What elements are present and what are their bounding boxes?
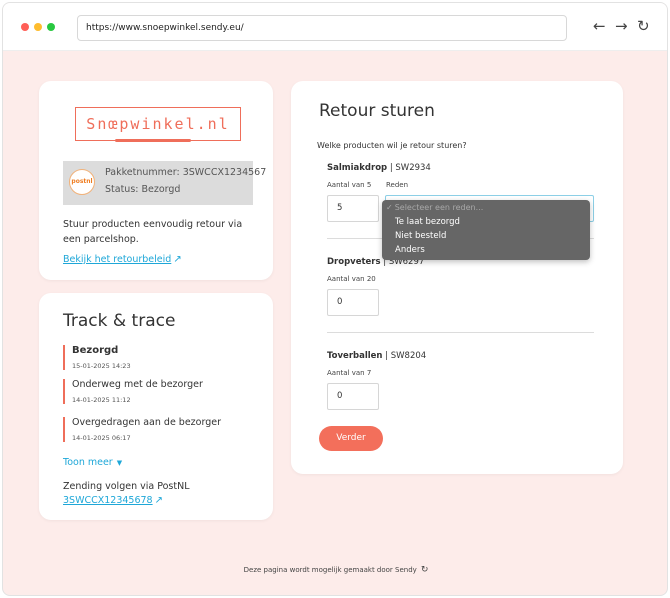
close-window-button[interactable] [21, 23, 29, 31]
browser-titlebar: https://www.snoepwinkel.sendy.eu/ ← → ↻ [3, 3, 667, 51]
postnl-tracking-link-label[interactable]: 3SWCCX12345678 [63, 495, 153, 506]
return-policy-link-label[interactable]: Bekijk het retourbeleid [63, 254, 171, 265]
track-event-date: 14-01-2025 11:12 [72, 396, 131, 404]
track-event: Overgedragen aan de bezorger 14-01-2025 … [63, 417, 221, 442]
logo-underline [115, 139, 191, 142]
track-event-status: Onderweg met de bezorger [72, 379, 203, 390]
back-arrow-icon[interactable]: ← [593, 17, 606, 35]
postnl-follow-label: Zending volgen via PostNL [63, 481, 190, 492]
reason-label: Reden [386, 181, 409, 189]
track-event-status: Overgedragen aan de bezorger [72, 417, 222, 428]
parcel-status: Status: Bezorgd [105, 184, 181, 195]
dropdown-placeholder-option[interactable]: ✓ Selecteer een reden... [386, 203, 483, 212]
reason-dropdown-menu: ✓ Selecteer een reden... Te laat bezorgd … [382, 200, 590, 260]
shop-logo: Snœpwinkel.nl [75, 107, 241, 141]
quantity-label: Aantal van 5 [327, 181, 372, 189]
next-button[interactable]: Verder [319, 426, 383, 451]
product-sku: | SW8204 [382, 351, 427, 361]
track-event-status: Bezorgd [72, 345, 119, 356]
show-more-label[interactable]: Toon meer [63, 457, 113, 468]
dropdown-placeholder-label: Selecteer een reden... [394, 203, 484, 212]
track-event-date: 14-01-2025 06:17 [72, 434, 131, 442]
sendy-logo-icon: ↻ [420, 565, 429, 575]
dropdown-option[interactable]: Anders [395, 245, 425, 255]
postnl-logo-icon: postnl [69, 169, 95, 195]
dropdown-option[interactable]: Niet besteld [395, 231, 446, 241]
return-question: Welke producten wil je retour sturen? [317, 141, 467, 150]
quantity-label: Aantal van 20 [327, 275, 376, 283]
external-link-icon: ↗ [154, 495, 163, 506]
track-event-date: 15-01-2025 14:23 [72, 362, 131, 370]
external-link-icon: ↗ [173, 254, 182, 265]
product-title: Toverballen [327, 351, 383, 361]
quantity-label: Aantal van 7 [327, 369, 372, 377]
product-title: Dropveters [327, 257, 381, 267]
track-trace-card: Track & trace Bezorgd 15-01-2025 14:23 O… [39, 293, 273, 520]
return-policy-link[interactable]: Bekijk het retourbeleid ↗ [63, 254, 182, 265]
show-more-link[interactable]: Toon meer ▼ [63, 457, 122, 468]
minimize-window-button[interactable] [34, 23, 42, 31]
chevron-down-icon: ▼ [116, 459, 123, 467]
parcel-number: Pakketnummer: 3SWCCX1234567 [105, 167, 267, 178]
product-name: Toverballen | SW8204 [327, 351, 426, 361]
browser-window: https://www.snoepwinkel.sendy.eu/ ← → ↻ … [2, 2, 668, 596]
dropdown-option[interactable]: Te laat bezorgd [395, 217, 460, 227]
quantity-input[interactable]: 0 [327, 289, 379, 316]
quantity-input[interactable]: 0 [327, 383, 379, 410]
page-footer: Deze pagina wordt mogelijk gemaakt door … [3, 565, 667, 575]
return-title: Retour sturen [319, 101, 435, 121]
quantity-input[interactable]: 5 [327, 195, 379, 222]
return-form-card: Retour sturen Welke producten wil je ret… [291, 81, 623, 474]
track-event: Bezorgd 15-01-2025 14:23 [63, 345, 131, 370]
parcel-info-card: Snœpwinkel.nl postnl Pakketnummer: 3SWCC… [39, 81, 273, 280]
product-title: Salmiakdrop [327, 163, 388, 173]
address-bar[interactable]: https://www.snoepwinkel.sendy.eu/ [77, 15, 567, 41]
footer-text: Deze pagina wordt mogelijk gemaakt door … [243, 566, 417, 574]
track-event: Onderweg met de bezorger 14-01-2025 11:1… [63, 379, 203, 404]
product-name: Salmiakdrop | SW2934 [327, 163, 431, 173]
track-trace-title: Track & trace [63, 311, 176, 331]
forward-arrow-icon[interactable]: → [615, 17, 628, 35]
parcel-summary: postnl Pakketnummer: 3SWCCX1234567 Statu… [63, 161, 266, 205]
maximize-window-button[interactable] [47, 23, 55, 31]
checkmark-icon: ✓ [386, 203, 393, 212]
reload-icon[interactable]: ↻ [637, 17, 650, 35]
product-divider [327, 332, 594, 333]
product-sku: | SW2934 [387, 163, 431, 173]
return-info-text: Stuur producten eenvoudig retour via een… [63, 219, 243, 245]
postnl-tracking-link[interactable]: 3SWCCX12345678 ↗ [63, 495, 163, 506]
